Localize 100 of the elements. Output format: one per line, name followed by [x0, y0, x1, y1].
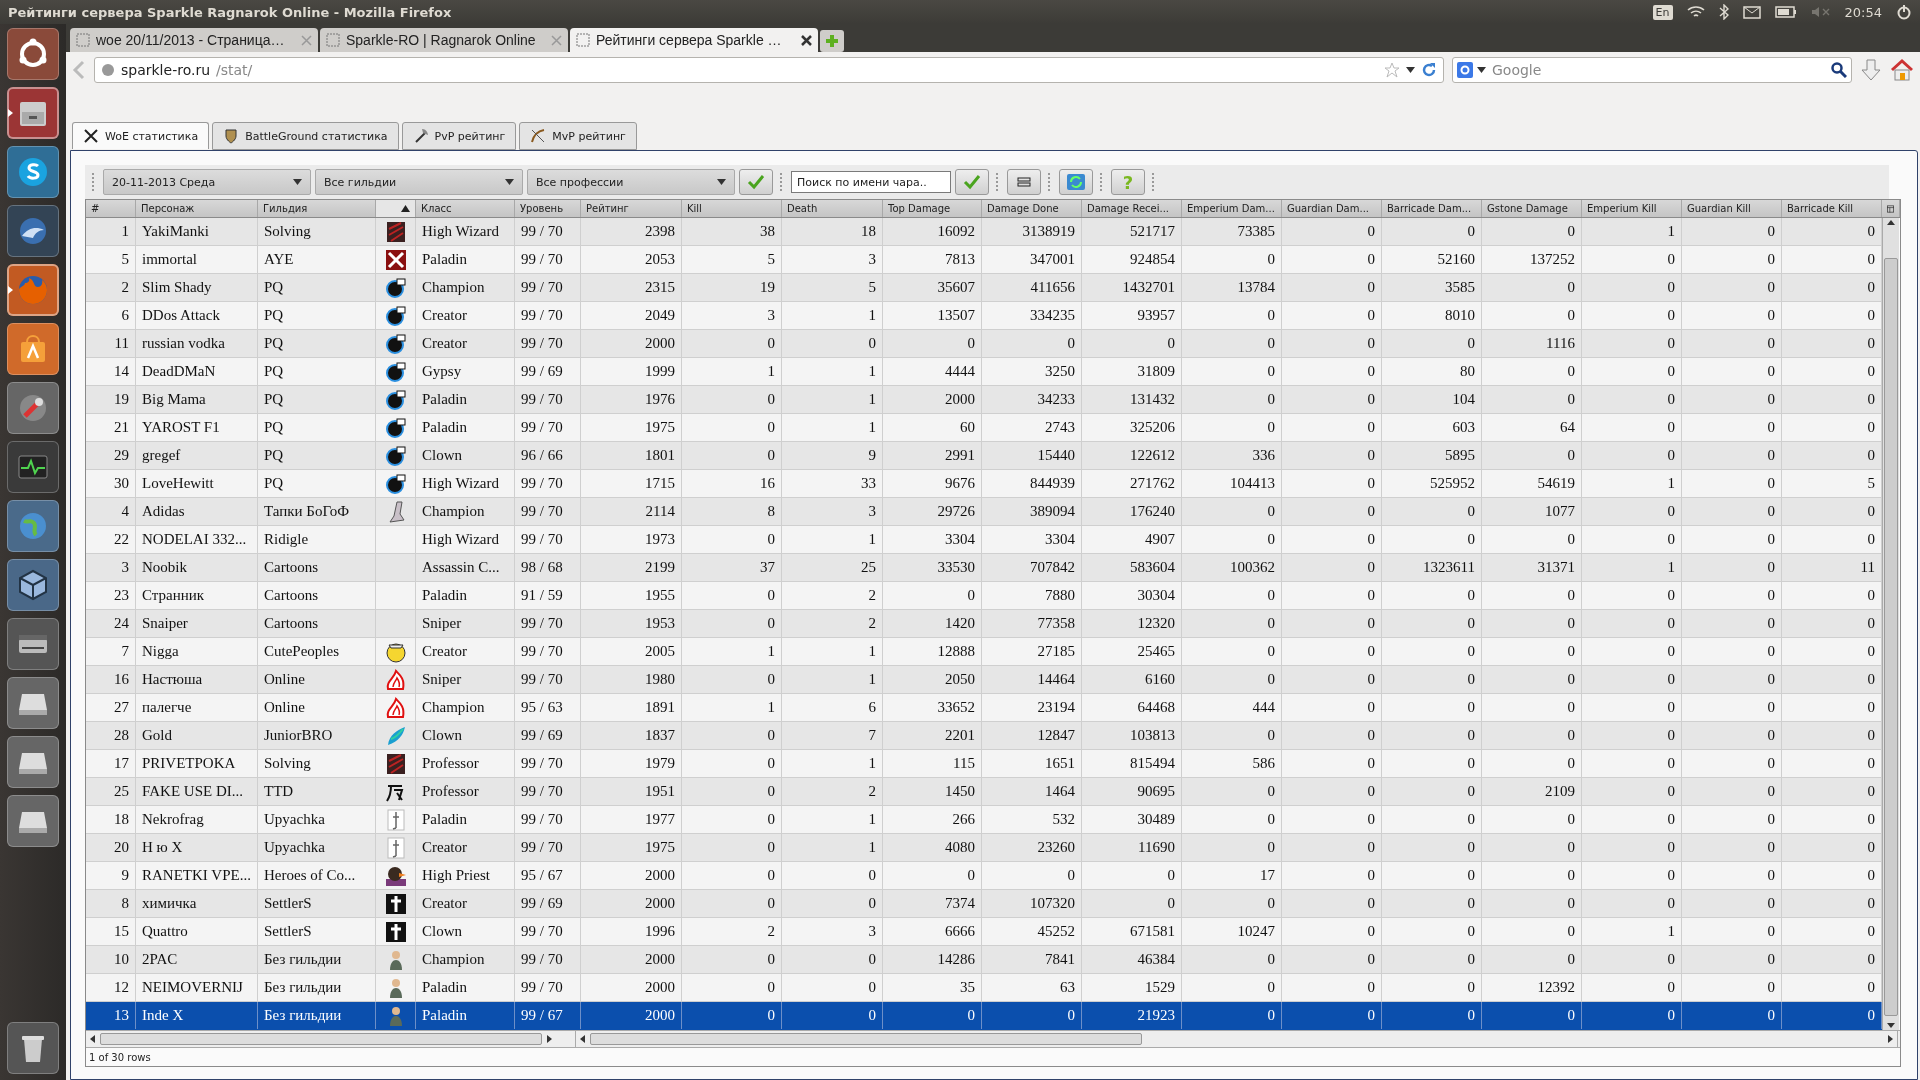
reload-icon[interactable] [1421, 62, 1437, 78]
table-row[interactable]: 15 Quattro SettlerS Clown 99 / 70 1996 2 3 6666 45252 671581 10247 0 0 0 1 0 0 [86, 918, 1882, 946]
table-row[interactable]: 27 палегче Online Champion 95 / 63 1891 1 6 33652 23194 64468 444 0 0 0 0 0 0 [86, 694, 1882, 722]
power-icon[interactable] [1896, 4, 1912, 20]
home-icon[interactable] [1890, 58, 1914, 82]
column-header[interactable]: Guardian Kill [1682, 200, 1782, 217]
launcher-button[interactable] [7, 87, 59, 139]
table-row[interactable]: 5 immortal AYE Paladin 99 / 70 2053 5 3 7813 347001 924854 0 0 52160 137252 0 0 0 [86, 246, 1882, 274]
column-header[interactable]: Класс [416, 200, 515, 217]
table-row[interactable]: 25 FAKE USE DI... TTD Professor 99 / 70 1951 0 2 1450 1464 90695 0 0 0 2109 0 0 0 [86, 778, 1882, 806]
column-header[interactable]: # [86, 200, 136, 217]
table-row[interactable]: 24 Snaiper Cartoons Sniper 99 / 70 1953 0 2 1420 77358 12320 0 0 0 0 0 0 0 [86, 610, 1882, 638]
date-dropdown[interactable]: 20-11-2013 Среда [103, 169, 311, 195]
table-row[interactable]: 12 NEIMOVERNIJ Без гильдии Paladin 99 / 70 2000 0 0 35 63 1529 0 0 0 12392 0 0 0 [86, 974, 1882, 1002]
chat-bubble-icon[interactable] [16, 155, 50, 189]
table-row[interactable]: 29 gregef PQ Clown 96 / 66 1801 0 9 2991 15440 122612 336 0 5895 0 0 0 0 [86, 442, 1882, 470]
columns-button[interactable] [1007, 169, 1041, 195]
column-header[interactable]: Barricade Dam... [1382, 200, 1482, 217]
bluetooth-icon[interactable] [1718, 4, 1729, 20]
page-tab[interactable]: BattleGround статистика [212, 122, 399, 150]
page-tab[interactable]: MvP рейтинг [519, 122, 637, 150]
launcher-button[interactable] [7, 205, 59, 257]
launcher-button[interactable] [7, 736, 59, 788]
column-header[interactable]: Персонаж [136, 200, 258, 217]
table-row[interactable]: 7 Nigga CutePeoples Creator 99 / 70 2005 1 1 12888 27185 25465 0 0 0 0 0 0 0 [86, 638, 1882, 666]
table-row[interactable]: 17 PRIVETPOKA Solving Professor 99 / 70 1979 0 1 115 1651 815494 586 0 0 0 0 0 0 [86, 750, 1882, 778]
table-row[interactable]: 21 YAROST F1 PQ Paladin 99 / 70 1975 0 1 60 2743 325206 0 0 603 64 0 0 0 [86, 414, 1882, 442]
launcher-button[interactable] [7, 795, 59, 847]
search-button[interactable] [955, 169, 989, 195]
browser-tab[interactable]: Sparkle-RO | Ragnarok Online [320, 28, 568, 52]
page-icon [326, 33, 340, 47]
table-row[interactable]: 3 Noobik Cartoons Assassin C... 98 / 68 2199 37 25 33530 707842 583604 100362 0 1323611 31371 1 0 11 [86, 554, 1882, 582]
name-search-field[interactable]: Поиск по имени чара.. [791, 171, 951, 193]
table-row[interactable]: 22 NODELAI 332... Ridigle High Wizard 99 / 70 1973 0 1 3304 3304 4907 0 0 0 0 0 0 0 [86, 526, 1882, 554]
cube-icon[interactable] [16, 568, 50, 602]
refresh-button[interactable] [1059, 169, 1093, 195]
table-row[interactable]: 2 Slim Shady PQ Champion 99 / 70 2315 19 5 35607 411656 1432701 13784 0 3585 0 0 0 0 [86, 274, 1882, 302]
scroll-arrow-icon[interactable] [88, 1034, 98, 1044]
battery-icon[interactable] [1774, 6, 1797, 18]
column-header[interactable]: Guardian Dam... [1282, 200, 1382, 217]
column-header[interactable]: Gstone Damage [1482, 200, 1582, 217]
search-icon[interactable] [1831, 62, 1847, 78]
wifi-icon[interactable] [1686, 5, 1705, 19]
muted-speaker-icon[interactable] [1810, 6, 1831, 18]
table-cell: 0 [1282, 330, 1382, 357]
column-header[interactable]: Уровень [515, 200, 581, 217]
table-row[interactable]: 30 LoveHewitt PQ High Wizard 99 / 70 1715 16 33 9676 844939 271762 104413 0 525952 54619 1 0 5 [86, 470, 1882, 498]
search-box[interactable]: Google [1452, 57, 1852, 83]
launcher-button[interactable] [7, 618, 59, 670]
launcher-button[interactable] [7, 1022, 59, 1074]
table-row[interactable]: 19 Big Mama PQ Paladin 99 / 70 1976 0 1 2000 34233 131432 0 0 104 0 0 0 0 [86, 386, 1882, 414]
table-row[interactable]: 16 Настюша Online Sniper 99 / 70 1980 0 1 2050 14464 6160 0 0 0 0 0 0 0 [86, 666, 1882, 694]
scroll-arrow-icon[interactable] [1886, 218, 1896, 228]
table-row[interactable]: 13 Inde X Без гильдии Paladin 99 / 67 2000 0 0 0 0 21923 0 0 0 0 0 0 0 [86, 1002, 1882, 1030]
close-icon[interactable] [801, 34, 812, 46]
column-header[interactable]: Death [782, 200, 883, 217]
table-cell: 586 [1182, 750, 1282, 777]
column-header[interactable]: Emperium Dam... [1182, 200, 1282, 217]
launcher-button[interactable] [7, 559, 59, 611]
launcher-button[interactable] [7, 28, 59, 80]
launcher-button[interactable] [7, 441, 59, 493]
table-row[interactable]: 6 DDos Attack PQ Creator 99 / 70 2049 3 1 13507 334235 93957 0 0 8010 0 0 0 0 [86, 302, 1882, 330]
launcher-button[interactable] [7, 677, 59, 729]
table-row[interactable]: 18 Nekrofrag Upyachka Paladin 99 / 70 1977 0 1 266 532 30489 0 0 0 0 0 0 0 [86, 806, 1882, 834]
browser-tab[interactable]: woe 20/11/2013 - Страница… [70, 28, 318, 52]
address-field[interactable]: sparkle-ro.ru /stat/ [94, 57, 1444, 83]
table-row[interactable]: 14 DeadDMaN PQ Gypsy 99 / 69 1999 1 1 4444 3250 31809 0 0 80 0 0 0 0 [86, 358, 1882, 386]
column-header[interactable]: Рейтинг [581, 200, 682, 217]
guild-dropdown[interactable]: Все гильдии [315, 169, 523, 195]
apply-button[interactable] [739, 169, 773, 195]
table-row[interactable]: 23 Странник Cartoons Paladin 91 / 59 1955 0 2 0 7880 30304 0 0 0 0 0 0 0 [86, 582, 1882, 610]
column-header[interactable]: Damage Done [982, 200, 1082, 217]
keyboard-indicator[interactable]: En [1652, 4, 1673, 20]
clock[interactable]: 20:54 [1844, 4, 1882, 20]
class-dropdown[interactable]: Все профессии [527, 169, 735, 195]
search-engine-icon[interactable] [1457, 62, 1473, 78]
mail-icon[interactable] [1742, 5, 1761, 19]
table-row[interactable]: 1 YakiManki Solving High Wizard 99 / 70 2398 38 18 16092 3138919 521717 73385 0 0 0 1 0 0 [86, 218, 1882, 246]
table-row[interactable]: 28 Gold JuniorBRO Clown 99 / 69 1837 0 7 2201 12847 103813 0 0 0 0 0 0 0 [86, 722, 1882, 750]
table-row[interactable]: 11 russian vodka PQ Creator 99 / 70 2000 0 0 0 0 0 0 0 0 1116 0 0 0 [86, 330, 1882, 358]
table-row[interactable]: 4 Adidas Тапки БоГоФ Champion 99 / 70 2114 8 3 29726 389094 176240 0 0 0 1077 0 0 0 [86, 498, 1882, 526]
column-header[interactable]: Top Damage [883, 200, 982, 217]
column-header[interactable]: Barricade Kill [1782, 200, 1882, 217]
column-header[interactable] [376, 200, 416, 217]
scroll-arrow-icon[interactable] [544, 1034, 554, 1044]
column-header[interactable]: Damage Recei... [1082, 200, 1182, 217]
table-row[interactable]: 10 2PAC Без гильдии Champion 99 / 70 2000 0 0 14286 7841 46384 0 0 0 0 0 0 0 [86, 946, 1882, 974]
page-tab[interactable]: WoE статистика [72, 122, 210, 149]
star-icon[interactable] [1384, 62, 1400, 78]
browser-tab[interactable]: Рейтинги сервера Sparkle … [570, 28, 818, 52]
column-header[interactable]: Kill [682, 200, 782, 217]
table-row[interactable]: 20 Н ю Х Upyachka Creator 99 / 70 1975 0 1 4080 23260 11690 0 0 0 0 0 0 0 [86, 834, 1882, 862]
launcher-button[interactable] [7, 146, 59, 198]
vertical-scrollbar[interactable] [1882, 218, 1899, 1030]
table-row[interactable]: 9 RANETKI VPE... Heroes of Co... High Priest 95 / 67 2000 0 0 0 0 0 17 0 0 0 0 0 0 [86, 862, 1882, 890]
scroll-arrow-icon[interactable] [578, 1034, 588, 1044]
table-cell: 1651 [982, 750, 1082, 777]
column-header[interactable]: Emperium Kill [1582, 200, 1682, 217]
page-tab[interactable]: PvP рейтинг [401, 122, 517, 150]
table-row[interactable]: 8 химичка SettlerS Creator 99 / 69 2000 0 0 7374 107320 0 0 0 0 0 0 0 0 [86, 890, 1882, 918]
